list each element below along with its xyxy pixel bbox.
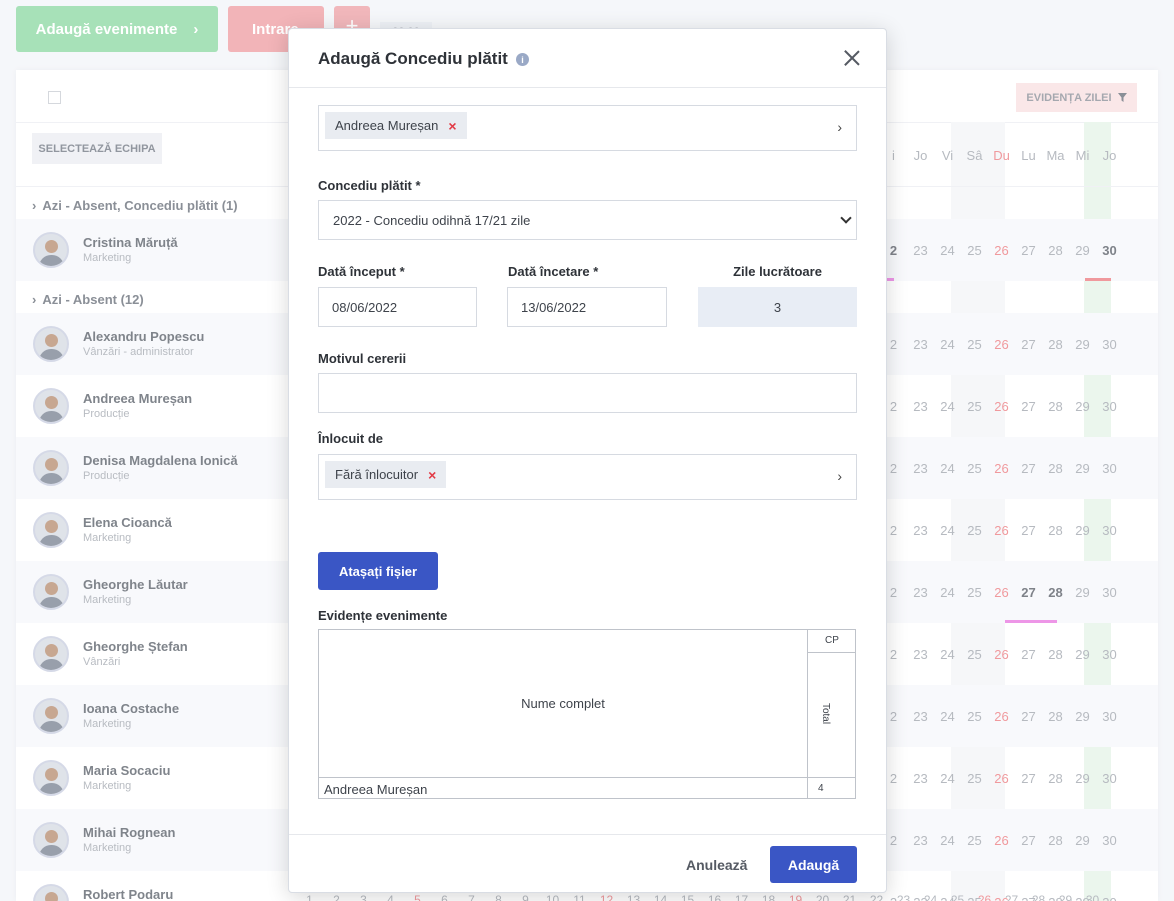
modal-footer-divider	[289, 834, 886, 835]
replaced-by-label: Înlocuit de	[318, 431, 383, 446]
start-date-field[interactable]: 08/06/2022	[318, 287, 477, 327]
end-date-field[interactable]: 13/06/2022	[507, 287, 667, 327]
employee-select[interactable]: Andreea Mureșan × ›	[318, 105, 857, 151]
leave-type-label: Concediu plătit *	[318, 178, 421, 193]
replacement-tag-label: Fără înlocuitor	[335, 467, 419, 482]
end-date-value: 13/06/2022	[521, 299, 587, 315]
add-button[interactable]: Adaugă	[770, 846, 857, 883]
workdays-label: Zile lucrătoare	[733, 264, 822, 279]
table-cell-name: Andreea Mureșan	[324, 782, 428, 797]
chevron-right-icon[interactable]: ›	[837, 119, 842, 135]
info-icon[interactable]: i	[516, 53, 529, 66]
reason-label: Motivul cererii	[318, 351, 407, 366]
table-cell-value: 4	[818, 783, 824, 794]
modal-title: Adaugă Concediu plătit	[318, 49, 508, 68]
start-date-label: Dată început *	[318, 264, 405, 279]
leave-type-select[interactable]: 2022 - Concediu odihnă 17/21 zile	[318, 200, 857, 240]
replacement-tag: Fără înlocuitor ×	[325, 461, 447, 488]
table-divider	[807, 652, 855, 653]
start-date-value: 08/06/2022	[332, 299, 398, 315]
events-label: Evidențe evenimente	[318, 608, 448, 623]
add-leave-modal: Adaugă Concediu plătit i Andreea Mureșan…	[288, 28, 887, 893]
table-divider	[807, 630, 808, 798]
leave-type-value: 2022 - Concediu odihnă 17/21 zile	[333, 212, 531, 228]
events-table: CP Total Nume complet Andreea Mureșan 4	[318, 629, 856, 799]
employee-tag: Andreea Mureșan ×	[325, 112, 467, 139]
column-header-cp: CP	[825, 635, 839, 646]
remove-tag-icon[interactable]: ×	[428, 467, 436, 483]
table-divider	[319, 777, 855, 778]
chevron-down-icon	[840, 212, 852, 224]
workdays-value: 3	[698, 287, 857, 327]
cancel-button[interactable]: Anulează	[686, 857, 747, 873]
close-icon[interactable]	[842, 48, 862, 68]
replaced-by-select[interactable]: Fără înlocuitor × ›	[318, 454, 857, 500]
employee-tag-label: Andreea Mureșan	[335, 118, 439, 133]
remove-tag-icon[interactable]: ×	[448, 118, 456, 134]
reason-field[interactable]	[318, 373, 857, 413]
end-date-label: Dată încetare *	[508, 264, 599, 279]
chevron-right-icon[interactable]: ›	[837, 468, 842, 484]
modal-header: Adaugă Concediu plătit i	[289, 29, 886, 88]
column-header-total: Total	[820, 702, 832, 725]
column-header-name: Nume complet	[521, 696, 605, 711]
attach-file-button[interactable]: Atașați fișier	[318, 552, 438, 590]
